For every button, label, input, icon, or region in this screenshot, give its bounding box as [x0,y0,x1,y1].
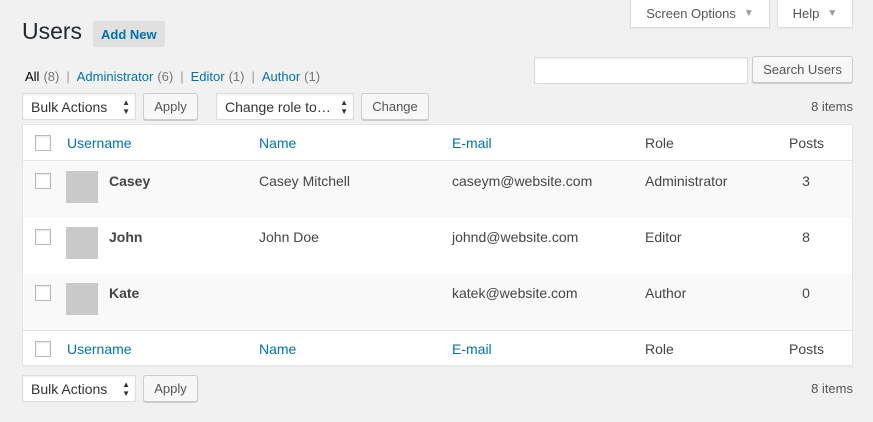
username-link[interactable]: John [109,229,142,245]
table-row: Kate katek@website.com Author 0 [23,274,852,330]
bulk-actions-value: Bulk Actions [31,98,108,115]
filter-all-label: All [25,69,40,84]
avatar [66,171,98,203]
column-username-sort[interactable]: Username [67,341,132,357]
row-checkbox[interactable] [35,285,51,301]
column-name-sort[interactable]: Name [259,135,296,151]
filter-separator: | [66,69,70,84]
username-link[interactable]: Kate [109,285,139,301]
user-email-link[interactable]: katek@website.com [452,285,577,301]
bulk-actions-select-bottom[interactable]: Bulk Actions ▲ ▼ [22,375,136,402]
row-checkbox[interactable] [35,229,51,245]
filter-administrator-label: Administrator [76,69,154,84]
table-footer: Username Name E-mail Role Posts [23,330,852,366]
user-email-link[interactable]: caseym@website.com [452,173,592,189]
column-role: Role [645,341,674,357]
change-role-select[interactable]: Change role to… ▲ ▼ [216,93,354,120]
user-name: Casey Mitchell [259,173,351,189]
column-email-sort[interactable]: E-mail [452,135,492,151]
search-input[interactable] [534,57,748,84]
page-title: Users [22,18,83,44]
screen-options-label: Screen Options [646,6,736,21]
column-posts: Posts [789,341,825,357]
filter-administrator-count: (6) [157,69,174,84]
select-arrows-icon: ▲ ▼ [340,98,348,116]
table-row: John John Doe johnd@website.com Editor 8 [23,218,852,274]
bulk-actions-value: Bulk Actions [31,380,108,397]
user-email-link[interactable]: johnd@website.com [452,229,578,245]
filter-administrator[interactable]: Administrator (6) [77,69,173,84]
filter-all[interactable]: All (8) [25,69,59,84]
triangle-down-icon: ▼ [743,8,754,19]
search-users-button[interactable]: Search Users [752,56,853,83]
items-count-bottom: 8 items [811,381,853,396]
avatar [66,283,98,315]
column-role: Role [645,135,674,151]
items-count-top: 8 items [811,99,853,114]
filter-separator: | [251,69,255,84]
triangle-down-icon: ▼ [827,8,838,19]
column-email-sort[interactable]: E-mail [452,341,492,357]
add-new-button[interactable]: Add New [93,21,165,47]
column-username-sort[interactable]: Username [67,135,132,151]
help-tab[interactable]: Help ▼ [777,0,853,28]
change-role-button[interactable]: Change [361,93,429,120]
username-link[interactable]: Casey [109,173,150,189]
filter-editor-label: Editor [190,69,225,84]
filter-author[interactable]: Author (1) [262,69,320,84]
users-table: Username Name E-mail Role Posts Casey Ca… [22,124,853,366]
user-name: John Doe [259,229,319,245]
apply-button-bottom[interactable]: Apply [143,375,198,402]
user-role: Author [645,285,687,301]
bulk-actions-select-top[interactable]: Bulk Actions ▲ ▼ [22,93,136,120]
select-arrows-icon: ▲ ▼ [122,98,130,116]
role-filter-links: All (8) | Administrator (6) | Editor (1)… [25,69,320,84]
filter-editor-count: (1) [228,69,245,84]
filter-all-count: (8) [43,69,60,84]
user-posts-link[interactable]: 3 [801,173,811,189]
row-checkbox[interactable] [35,173,51,189]
user-role: Editor [645,229,682,245]
column-posts: Posts [789,135,825,151]
apply-button-top[interactable]: Apply [143,93,198,120]
help-label: Help [792,6,820,21]
column-name-sort[interactable]: Name [259,341,296,357]
table-row: Casey Casey Mitchell caseym@website.com … [23,162,852,218]
filter-author-label: Author [261,69,301,84]
select-arrows-icon: ▲ ▼ [122,380,130,398]
avatar [66,227,98,259]
filter-editor[interactable]: Editor (1) [191,69,245,84]
user-role: Administrator [645,173,728,189]
user-posts-link[interactable]: 8 [801,229,811,245]
change-role-value: Change role to… [225,98,331,115]
screen-options-tab[interactable]: Screen Options ▼ [630,0,770,28]
user-posts-count: 0 [802,285,810,301]
select-all-checkbox[interactable] [35,341,51,357]
filter-separator: | [180,69,184,84]
select-all-checkbox[interactable] [35,135,51,151]
filter-author-count: (1) [304,69,321,84]
table-header: Username Name E-mail Role Posts [23,125,852,161]
